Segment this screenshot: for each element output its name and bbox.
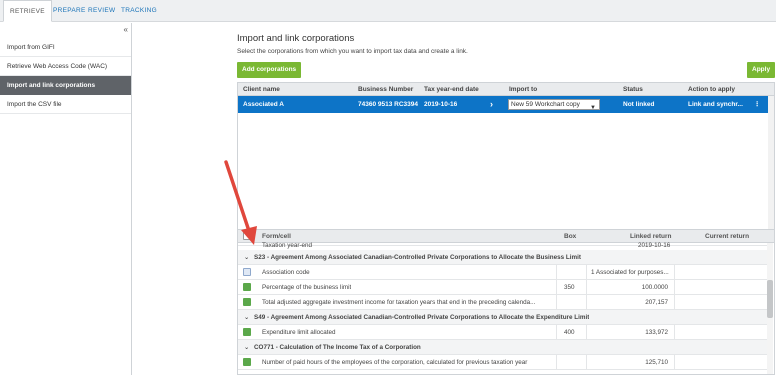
table-row-partial: Taxation year-end 2019-10-16 [238, 237, 768, 249]
table-row-selected[interactable]: Associated A 74360 9513 RC3394 2019-10-1… [238, 96, 774, 113]
sidebar-item-retrieve-wac[interactable]: Retrieve Web Access Code (WAC) [0, 57, 131, 76]
cell-business-number: 74360 9513 RC3394 [358, 101, 418, 108]
row-label: Total adjusted aggregate investment inco… [262, 299, 536, 306]
col-divider [556, 325, 557, 340]
form-grid-scroll-thumb[interactable] [767, 280, 773, 318]
row-checkbox[interactable] [243, 298, 251, 306]
import-to-value: New 59 Workchart copy [511, 101, 580, 108]
col-divider [586, 295, 587, 310]
table-row[interactable]: Expenditure limit allocated 400 133,972 [238, 325, 768, 340]
row-label: Expenditure limit allocated [262, 329, 336, 336]
add-corporations-button[interactable]: Add corporations [237, 62, 302, 78]
cell-client: Associated A [243, 101, 284, 108]
col-divider [556, 265, 557, 280]
row-checkbox[interactable] [243, 328, 251, 336]
row-linked: 207,157 [645, 299, 668, 306]
sidebar: « Import from GIFI Retrieve Web Access C… [0, 23, 132, 375]
page-subtitle: Select the corporations from which you w… [237, 48, 468, 55]
row-label: Number of paid hours of the employees of… [262, 359, 528, 366]
chevron-down-icon: ⌄ [244, 254, 250, 261]
col-business-number[interactable]: Business Number [358, 83, 413, 96]
sidebar-item-import-link[interactable]: Import and link corporations [0, 76, 131, 95]
section-label: S49 - Agreement Among Associated Canadia… [254, 314, 590, 321]
sidebar-item-import-gifi[interactable]: Import from GIFI [0, 38, 131, 57]
more-options-icon[interactable]: ⋮ [754, 96, 761, 113]
chevron-down-icon: ▼ [590, 105, 596, 111]
table-row[interactable]: Association code 1 Associated for purpos… [238, 265, 768, 280]
import-to-select[interactable]: New 59 Workchart copy ▼ [508, 99, 600, 111]
col-divider [586, 325, 587, 340]
col-divider [674, 265, 675, 280]
chevron-down-icon: ⌄ [244, 344, 250, 351]
cell-action[interactable]: Link and synchr... [688, 96, 743, 113]
table-row[interactable]: Total adjusted aggregate investment inco… [238, 295, 768, 310]
tab-tracking[interactable]: TRACKING [121, 0, 157, 22]
row-label: Association code [262, 269, 310, 276]
row-linked: 133,972 [645, 329, 668, 336]
col-status[interactable]: Status [623, 83, 643, 96]
expand-chevron-icon[interactable]: › [490, 96, 493, 113]
row-label: Percentage of the business limit [262, 284, 352, 291]
top-tab-bar: RETRIEVE PREPARE REVIEW TRACKING [0, 0, 776, 22]
section-label: CO771 - Calculation of The Income Tax of… [254, 344, 421, 351]
row-linked: 125,710 [645, 359, 668, 366]
row-box: 350 [564, 284, 575, 291]
row-checkbox[interactable] [243, 268, 251, 276]
sidebar-item-import-csv[interactable]: Import the CSV file [0, 95, 131, 114]
corporations-grid: Client name Business Number Tax year-end… [237, 82, 775, 250]
section-row-co771[interactable]: ⌄ CO771 - Calculation of The Income Tax … [238, 340, 768, 355]
col-client-name[interactable]: Client name [243, 83, 280, 96]
col-divider [586, 280, 587, 295]
col-divider [556, 355, 557, 370]
row-checkbox[interactable] [243, 358, 251, 366]
collapse-sidebar-icon[interactable]: « [124, 25, 128, 34]
section-row-s23[interactable]: ⌄ S23 - Agreement Among Associated Canad… [238, 250, 768, 265]
section-label: S23 - Agreement Among Associated Canadia… [254, 254, 581, 261]
cell-date: 2019-10-16 [424, 101, 458, 108]
col-divider [556, 280, 557, 295]
tab-prepare[interactable]: PREPARE [53, 0, 86, 22]
page-title: Import and link corporations [237, 33, 355, 44]
tab-review[interactable]: REVIEW [88, 0, 115, 22]
col-divider [556, 295, 557, 310]
col-divider [674, 355, 675, 370]
col-tax-year-end[interactable]: Tax year-end date [424, 83, 479, 96]
main-content: Import and link corporations Select the … [133, 23, 776, 375]
corporations-scrollbar[interactable] [768, 96, 774, 250]
table-row[interactable]: Number of paid hours of the employees of… [238, 355, 768, 370]
section-row-s49[interactable]: ⌄ S49 - Agreement Among Associated Canad… [238, 310, 768, 325]
cell-status: Not linked [623, 101, 655, 108]
col-divider [674, 295, 675, 310]
row-box: 400 [564, 329, 575, 336]
col-divider [586, 265, 587, 280]
tab-retrieve[interactable]: RETRIEVE [3, 0, 52, 22]
col-divider [674, 325, 675, 340]
form-cell-grid: Form/cell Box Linked return Current retu… [237, 229, 775, 375]
apply-button[interactable]: Apply [747, 62, 776, 78]
col-import-to[interactable]: Import to [509, 83, 537, 96]
chevron-down-icon: ⌄ [244, 314, 250, 321]
col-divider [674, 280, 675, 295]
col-divider [586, 355, 587, 370]
col-action[interactable]: Action to apply [688, 83, 735, 96]
row-checkbox[interactable] [243, 283, 251, 291]
table-row[interactable]: Percentage of the business limit 350 100… [238, 280, 768, 295]
corporations-grid-header: Client name Business Number Tax year-end… [238, 83, 774, 96]
row-linked: 100.0000 [641, 284, 668, 291]
row-linked: 1 Associated for purposes... [591, 269, 669, 276]
